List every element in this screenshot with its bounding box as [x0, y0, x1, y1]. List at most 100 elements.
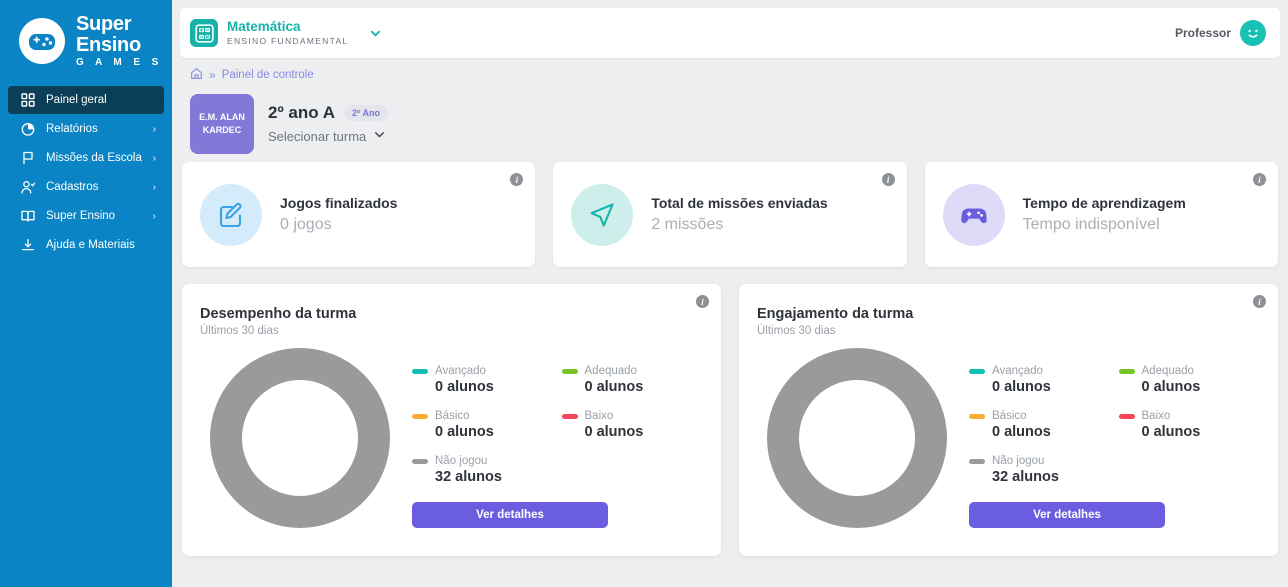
- user-menu[interactable]: Professor: [1175, 20, 1266, 46]
- legend-item-avancado: Avançado 0 alunos: [969, 365, 1109, 395]
- topbar: Matemática ENSINO FUNDAMENTAL Professor: [180, 8, 1280, 58]
- sidebar-item-label: Ajuda e Materiais: [46, 239, 135, 251]
- edit-square-icon: [200, 183, 262, 246]
- legend-swatch-icon: [969, 368, 985, 374]
- legend-label: Não jogou: [435, 455, 488, 467]
- sidebar-item-painel-geral[interactable]: Painel geral: [8, 86, 164, 114]
- legend-label: Avançado: [435, 365, 486, 377]
- panel-body: Avançado 0 alunos Adequado 0 alunos Bási…: [757, 343, 1258, 529]
- sidebar-item-super-ensino[interactable]: Super Ensino ›: [8, 202, 164, 230]
- sidebar-item-label: Super Ensino: [46, 210, 116, 222]
- legend-swatch-icon: [412, 368, 428, 374]
- legend-swatch-icon: [412, 413, 428, 419]
- ver-detalhes-button[interactable]: Ver detalhes: [412, 502, 608, 528]
- sidebar-item-missoes-da-escola[interactable]: Missões da Escola ›: [8, 144, 164, 172]
- legend-label: Baixo: [584, 410, 614, 422]
- chart-panels: i Desempenho da turma Últimos 30 dias Av…: [180, 267, 1280, 556]
- legend-value: 0 alunos: [435, 424, 494, 440]
- stat-cards: Jogos finalizados 0 jogos i Total de mis…: [180, 153, 1280, 267]
- panel-subtitle: Últimos 30 dias: [200, 325, 279, 337]
- class-selector[interactable]: Selecionar turma: [268, 128, 388, 144]
- grid-icon: [20, 92, 36, 108]
- legend-swatch-icon: [412, 458, 428, 464]
- legend-label: Adequado: [584, 365, 637, 377]
- breadcrumb: » Painel de controle: [180, 58, 1280, 91]
- download-icon: [20, 237, 36, 253]
- user-role-label: Professor: [1174, 26, 1231, 40]
- legend-label: Básico: [992, 410, 1027, 422]
- donut-chart-desempenho: [200, 343, 400, 529]
- stat-label: Jogos finalizados: [280, 195, 398, 211]
- info-icon[interactable]: i: [510, 173, 524, 186]
- breadcrumb-current[interactable]: Painel de controle: [222, 69, 314, 81]
- legend-item-adequado: Adequado 0 alunos: [1118, 365, 1259, 395]
- home-icon[interactable]: [190, 67, 203, 83]
- main-content: Matemática ENSINO FUNDAMENTAL Professor: [172, 0, 1288, 587]
- legend-swatch-icon: [969, 458, 985, 464]
- legend-item-nao-jogou: Não jogou 32 alunos: [969, 455, 1258, 485]
- legend-value: 32 alunos: [435, 469, 502, 485]
- legend-value: 0 alunos: [1141, 424, 1201, 440]
- stat-card-total-de-missoes-enviadas: Total de missões enviadas 2 missões i: [553, 162, 907, 267]
- legend-swatch-icon: [561, 413, 578, 419]
- chevron-down-icon[interactable]: [369, 27, 382, 40]
- info-icon[interactable]: i: [1252, 173, 1266, 186]
- school-name-line-1: E.M. ALAN: [199, 112, 245, 123]
- legend-swatch-icon: [561, 368, 578, 374]
- legend-item-baixo: Baixo 0 alunos: [561, 410, 702, 440]
- legend-value: 0 alunos: [584, 424, 644, 440]
- send-icon: [571, 183, 634, 246]
- calculator-icon: [190, 19, 218, 47]
- legend-item-baixo: Baixo 0 alunos: [1118, 410, 1259, 440]
- legend-swatch-icon: [1118, 413, 1135, 419]
- panel-title: Desempenho da turma: [200, 306, 357, 322]
- page-title: 2º ano A: [268, 103, 335, 122]
- sidebar-item-cadastros[interactable]: Cadastros ›: [8, 173, 164, 201]
- legend-value: 32 alunos: [992, 469, 1059, 485]
- legend-item-adequado: Adequado 0 alunos: [561, 365, 702, 395]
- class-selector-label: Selecionar turma: [268, 128, 367, 144]
- avatar[interactable]: [1240, 20, 1266, 46]
- logo-wordmark: Super Ensino G A M E S: [76, 14, 163, 68]
- book-icon: [20, 208, 36, 224]
- stat-label: Tempo de aprendizagem: [1022, 195, 1186, 211]
- info-icon[interactable]: i: [696, 295, 709, 308]
- logo-line-3: G A M E S: [76, 57, 163, 68]
- legend-desempenho: Avançado 0 alunos Adequado 0 alunos Bási…: [400, 343, 701, 528]
- chevron-down-icon: [373, 128, 386, 144]
- subject-selector[interactable]: Matemática ENSINO FUNDAMENTAL: [190, 19, 382, 47]
- pie-chart-icon: [20, 121, 36, 137]
- gamepad-icon: [942, 183, 1005, 246]
- gamepad-logo-icon: [16, 15, 68, 67]
- panel-subtitle: Últimos 30 dias: [757, 325, 836, 337]
- legend-value: 0 alunos: [584, 379, 644, 395]
- dashboard-page: Super Ensino G A M E S Painel geral Rela…: [0, 0, 1288, 587]
- sidebar-item-label: Relatórios: [46, 123, 98, 135]
- legend-label: Avançado: [992, 365, 1043, 377]
- sidebar-item-label: Cadastros: [46, 181, 99, 193]
- user-check-icon: [20, 179, 36, 195]
- class-grade-badge: 2º Ano: [343, 105, 388, 121]
- legend-swatch-icon: [969, 413, 985, 419]
- donut-chart-engajamento: [757, 343, 957, 529]
- chevron-right-icon: ›: [152, 123, 156, 135]
- stat-card-tempo-de-aprendizagem: Tempo de aprendizagem Tempo indisponível…: [924, 162, 1278, 267]
- stat-value: 0 jogos: [280, 216, 332, 233]
- logo-line-1: Super: [76, 13, 132, 35]
- stat-value: Tempo indisponível: [1022, 216, 1160, 233]
- sidebar-item-relatorios[interactable]: Relatórios ›: [8, 115, 164, 143]
- legend-item-avancado: Avançado 0 alunos: [412, 365, 552, 395]
- info-icon[interactable]: i: [1253, 295, 1266, 308]
- app-logo[interactable]: Super Ensino G A M E S: [0, 0, 172, 78]
- stat-card-jogos-finalizados: Jogos finalizados 0 jogos i: [182, 162, 536, 267]
- info-icon[interactable]: i: [881, 173, 895, 186]
- sidebar-item-ajuda-e-materiais[interactable]: Ajuda e Materiais: [8, 231, 164, 259]
- legend-item-nao-jogou: Não jogou 32 alunos: [412, 455, 701, 485]
- class-header: E.M. ALAN KARDEC 2º ano A 2º Ano Selecio…: [180, 91, 1280, 154]
- chevron-right-icon: ›: [152, 210, 156, 222]
- ver-detalhes-button[interactable]: Ver detalhes: [969, 502, 1165, 528]
- panel-desempenho-da-turma: i Desempenho da turma Últimos 30 dias Av…: [182, 284, 721, 556]
- legend-swatch-icon: [1118, 368, 1135, 374]
- sidebar-item-label: Painel geral: [46, 94, 107, 106]
- legend-label: Adequado: [1141, 365, 1194, 377]
